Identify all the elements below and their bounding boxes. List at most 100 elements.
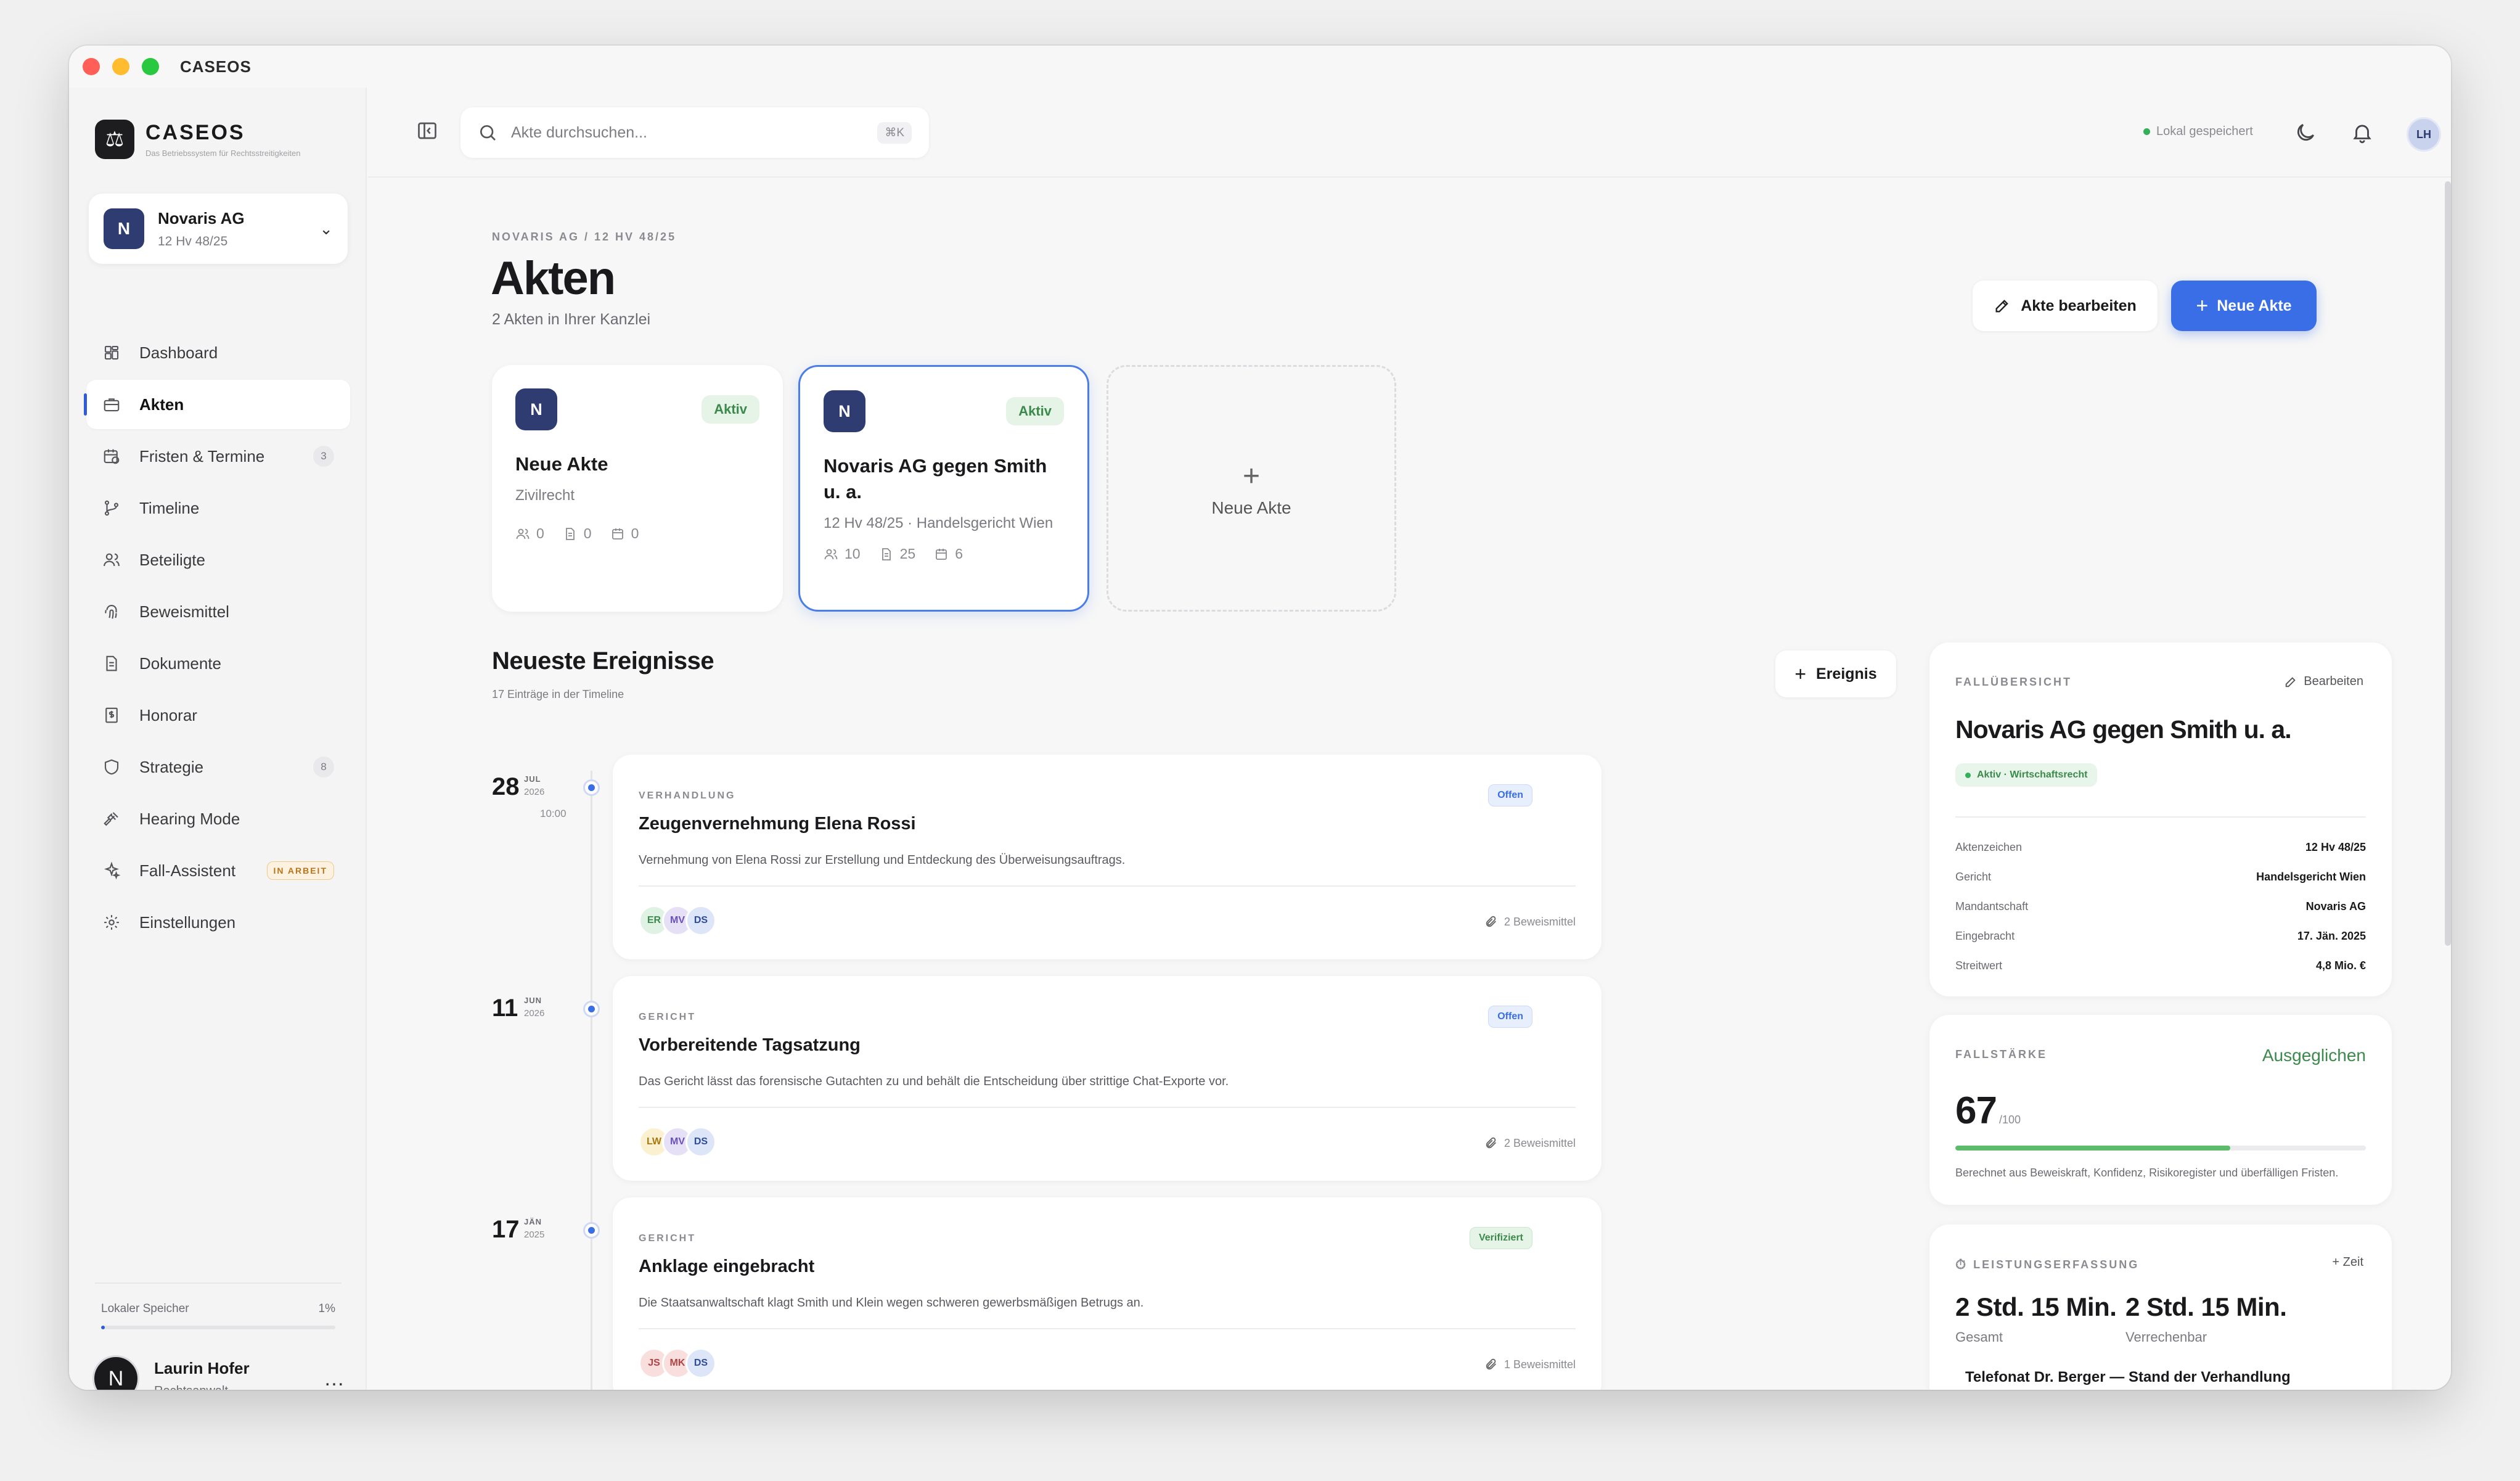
sidebar-item-fall-assistent[interactable]: Fall-Assistent IN ARBEIT	[86, 846, 350, 895]
sidebar-toggle-icon[interactable]	[416, 120, 438, 142]
add-event-button[interactable]: + Ereignis	[1775, 650, 1896, 697]
event-card[interactable]: GERICHT Verifiziert Anklage eingebracht Die…	[613, 1197, 1602, 1390]
pencil-icon	[2286, 676, 2296, 687]
sidebar-item-beweismittel[interactable]: Beweismittel	[86, 587, 350, 636]
event-day: 28	[492, 773, 520, 800]
user-profile[interactable]: N Laurin Hofer Rechtsanwalt …	[92, 1355, 345, 1390]
time-total: 2 Std. 15 Min.	[1955, 1292, 2117, 1321]
overview-value: 17. Jän. 2025	[2297, 930, 2366, 942]
paperclip-icon	[1486, 1358, 1496, 1370]
sidebar-item-timeline[interactable]: Timeline	[86, 483, 350, 533]
sidebar-item-einstellungen[interactable]: Einstellungen	[86, 898, 350, 947]
fingerprint-icon	[102, 602, 121, 621]
avatar[interactable]: DS	[685, 1126, 716, 1157]
app-window: CASEOS ⚖ CASEOS Das Betriebssystem für R…	[69, 46, 2451, 1390]
evidence-link[interactable]: 1 Beweismittel	[1484, 1358, 1576, 1371]
add-time-button[interactable]: + Zeit	[2332, 1255, 2363, 1270]
strength-bar	[1955, 1146, 2366, 1151]
status-badge: Aktiv	[702, 395, 759, 424]
storage-label: Lokaler Speicher	[101, 1302, 189, 1315]
timeline-dot	[583, 1222, 600, 1239]
sidebar-item-akten[interactable]: Akten	[84, 380, 350, 429]
event-year: 2025	[524, 1229, 545, 1240]
minimize-window-button[interactable]	[112, 58, 129, 75]
case-card-selected[interactable]: N Aktiv Novaris AG gegen Smith u. a. 12 …	[798, 365, 1089, 612]
case-meta: Zivilrecht	[515, 487, 575, 504]
document-icon	[882, 548, 891, 560]
sidebar-item-honorar[interactable]: Honorar	[86, 691, 350, 740]
storage-bar-fill	[101, 1326, 105, 1329]
gear-icon	[102, 913, 121, 932]
stopwatch-icon: ⏱	[1955, 1257, 1966, 1272]
event-card[interactable]: GERICHT Offen Vorbereitende Tagsatzung Das …	[613, 976, 1602, 1181]
case-card[interactable]: N Aktiv Neue Akte Zivilrecht 0 0 0	[492, 365, 783, 612]
event-type: GERICHT	[639, 1233, 696, 1244]
scales-logo-icon: ⚖	[95, 120, 134, 159]
overview-value: 4,8 Mio. €	[2315, 959, 2366, 972]
users-icon	[824, 549, 838, 559]
new-case-button[interactable]: + Neue Akte	[2171, 281, 2317, 331]
window-title: CASEOS	[180, 57, 252, 76]
time-billable: 2 Std. 15 Min.	[2125, 1292, 2287, 1321]
calendar-icon	[936, 548, 947, 560]
sidebar-item-hearing-mode[interactable]: Hearing Mode	[86, 794, 350, 843]
overview-key: Eingebracht	[1955, 930, 2015, 942]
status-badge: Aktiv	[1006, 397, 1064, 425]
calendar-clock-icon	[102, 447, 121, 466]
git-branch-icon	[102, 499, 121, 517]
avatar[interactable]: DS	[685, 905, 716, 936]
strength-bar-fill	[1955, 1146, 2231, 1151]
strength-score: 67/100	[1955, 1089, 2021, 1132]
sidebar-item-dokumente[interactable]: Dokumente	[86, 639, 350, 688]
close-window-button[interactable]	[83, 58, 100, 75]
new-case-card[interactable]: + Neue Akte	[1107, 365, 1396, 612]
billing-label: ⏱ LEISTUNGSERFASSUNG	[1955, 1257, 2140, 1272]
user-avatar: N	[92, 1355, 139, 1390]
bell-icon[interactable]	[2350, 121, 2374, 144]
overview-key: Gericht	[1955, 871, 1992, 883]
sidebar-item-beteiligte[interactable]: Beteiligte	[86, 535, 350, 585]
client-switcher[interactable]: N Novaris AG 12 Hv 48/25 ⌄	[89, 194, 348, 264]
edit-overview-button[interactable]: Bearbeiten	[2284, 675, 2363, 689]
overview-row: Eingebracht 17. Jän. 2025	[1955, 930, 2366, 943]
plus-icon: +	[2196, 293, 2209, 318]
overview-row: Gericht Handelsgericht Wien	[1955, 871, 2366, 884]
sidebar-item-fristen-termine[interactable]: Fristen & Termine 3	[86, 432, 350, 481]
avatar[interactable]: DS	[685, 1348, 716, 1379]
count-badge: 3	[313, 446, 334, 467]
search-input[interactable]: Akte durchsuchen... ⌘K	[460, 107, 929, 158]
sidebar-item-label: Einstellungen	[139, 913, 236, 932]
users-icon	[102, 551, 121, 569]
event-card[interactable]: VERHANDLUNG Offen Zeugenvernehmung Elena R…	[613, 755, 1602, 959]
moon-icon[interactable]	[2294, 121, 2317, 144]
evidence-link[interactable]: 2 Beweismittel	[1484, 915, 1576, 929]
event-description: Das Gericht lässt das forensische Gutach…	[639, 1075, 1229, 1088]
page-subtitle: 2 Akten in Ihrer Kanzlei	[492, 311, 651, 328]
user-menu-avatar[interactable]: LH	[2407, 117, 2441, 152]
overview-label: FALLÜBERSICHT	[1955, 676, 2072, 688]
sidebar-item-label: Honorar	[139, 705, 197, 724]
evidence-link[interactable]: 2 Beweismittel	[1484, 1136, 1576, 1150]
brand-subtitle: Das Betriebssystem für Rechtsstreitigkei…	[145, 149, 301, 158]
event-title: Vorbereitende Tagsatzung	[639, 1035, 861, 1055]
breadcrumb[interactable]: NOVARIS AG / 12 HV 48/25	[492, 231, 676, 244]
sidebar-item-strategie[interactable]: Strategie 8	[86, 742, 350, 792]
overview-value: 12 Hv 48/25	[2305, 841, 2366, 853]
edit-case-button[interactable]: Akte bearbeiten	[1973, 281, 2158, 331]
sidebar-item-dashboard[interactable]: Dashboard	[86, 328, 350, 377]
more-options-icon[interactable]: …	[324, 1367, 345, 1390]
time-billable-label: Verrechenbar	[2125, 1329, 2207, 1345]
participant-count: 0	[536, 525, 544, 541]
case-overview-panel: FALLÜBERSICHT Bearbeiten Novaris AG gege…	[1929, 642, 2392, 996]
overview-row: Streitwert 4,8 Mio. €	[1955, 959, 2366, 972]
client-name: Novaris AG	[158, 208, 245, 228]
timeline-dot	[583, 1001, 600, 1017]
scrollbar[interactable]	[2445, 181, 2451, 946]
time-tracking-panel: ⏱ LEISTUNGSERFASSUNG + Zeit 2 Std. 15 Mi…	[1929, 1225, 2392, 1390]
time-entry[interactable]: Telefonat Dr. Berger — Stand der Verhand…	[1965, 1369, 2291, 1386]
case-strength-panel: FALLSTÄRKE Ausgeglichen 67/100 Berechnet…	[1929, 1015, 2392, 1205]
case-title: Novaris AG gegen Smith u. a.	[824, 455, 1047, 503]
local-storage: Lokaler Speicher 1%	[101, 1302, 335, 1329]
status-dot-icon	[1965, 772, 1971, 778]
maximize-window-button[interactable]	[142, 58, 159, 75]
